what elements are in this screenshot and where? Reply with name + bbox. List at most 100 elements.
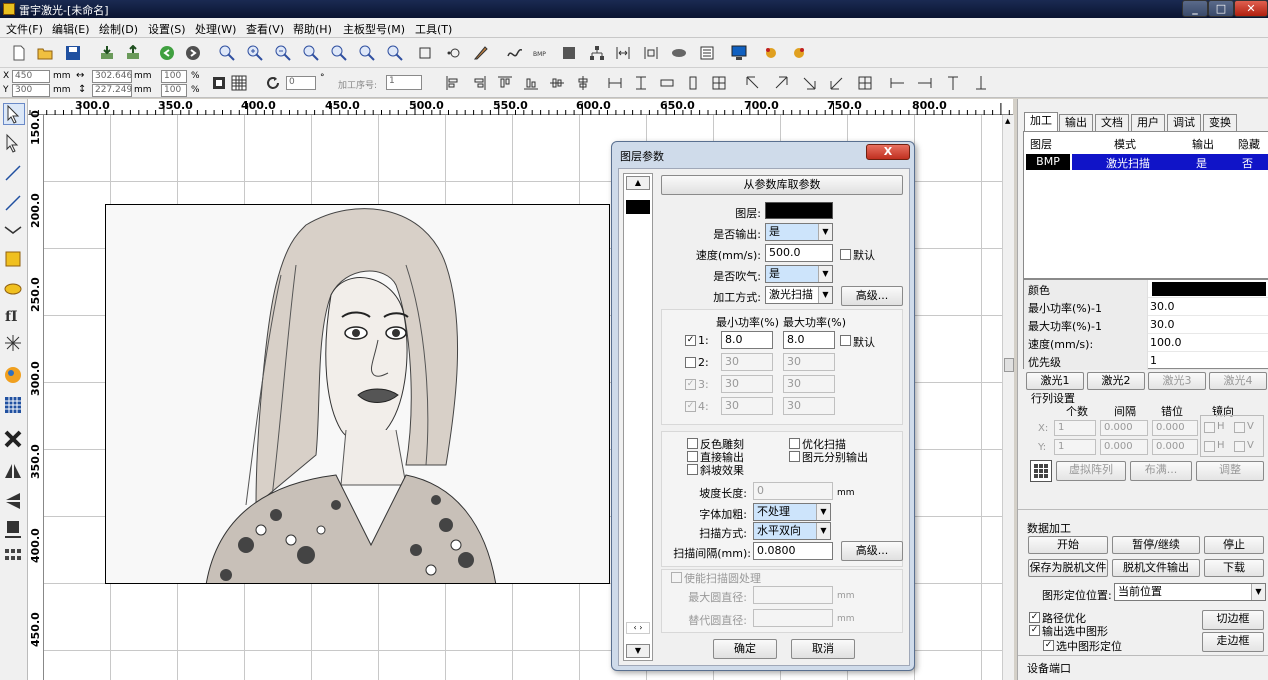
- menu-tools[interactable]: 工具(T): [415, 21, 452, 37]
- power-4-max-input[interactable]: 30: [783, 397, 835, 415]
- mode-advanced-button[interactable]: 高级...: [841, 286, 903, 306]
- scroll-up-icon[interactable]: ▲: [1005, 117, 1010, 125]
- menu-draw[interactable]: 绘制(D): [99, 21, 138, 37]
- tab-debug[interactable]: 调试: [1167, 114, 1201, 131]
- undo-icon[interactable]: [156, 42, 178, 64]
- power-2-checkbox[interactable]: [685, 357, 696, 368]
- cut-frame-button[interactable]: 切边框: [1202, 610, 1264, 630]
- select-tool-icon[interactable]: [3, 103, 25, 125]
- array-x-gap-input[interactable]: 0.000: [1100, 420, 1148, 436]
- align-bottom-icon[interactable]: [520, 72, 542, 94]
- same-size-h-icon[interactable]: [656, 72, 678, 94]
- layout-button[interactable]: 布满...: [1130, 461, 1192, 481]
- scale-x-input[interactable]: 100: [161, 70, 187, 83]
- walk-frame-button[interactable]: 走边框: [1202, 632, 1264, 652]
- slope-length-input[interactable]: 0: [753, 482, 833, 500]
- laser-3-button[interactable]: 激光3: [1148, 372, 1206, 390]
- y-position-input[interactable]: 300: [12, 84, 50, 97]
- tree-icon[interactable]: [586, 42, 608, 64]
- fill-rect-icon[interactable]: [558, 42, 580, 64]
- scale-y-input[interactable]: 100: [161, 84, 187, 97]
- power-3-checkbox[interactable]: ✓: [685, 379, 696, 390]
- align-top-icon[interactable]: [494, 72, 516, 94]
- rotate-icon[interactable]: [262, 72, 284, 94]
- zoom-minus-icon[interactable]: [272, 42, 294, 64]
- virtual-array-button[interactable]: 虚拟阵列: [1056, 461, 1126, 481]
- arrow-bottomright-icon[interactable]: [798, 72, 820, 94]
- blow-select[interactable]: 是 ▼: [765, 265, 833, 283]
- font-bold-select[interactable]: 不处理 ▼: [753, 503, 831, 521]
- arrow-topright-icon[interactable]: [770, 72, 792, 94]
- menu-file[interactable]: 文件(F): [6, 21, 43, 37]
- width-input[interactable]: 302.646: [92, 70, 132, 83]
- power-4-min-input[interactable]: 30: [721, 397, 773, 415]
- laser-2-button[interactable]: 激光2: [1087, 372, 1145, 390]
- edge-bottom-icon[interactable]: [970, 72, 992, 94]
- save-offline-button[interactable]: 保存为脱机文件: [1028, 559, 1108, 577]
- cancel-button[interactable]: 取消: [791, 639, 855, 659]
- menu-view[interactable]: 查看(V): [246, 21, 284, 37]
- ellipse-tool-icon[interactable]: [3, 279, 25, 301]
- zoom-select-icon[interactable]: [328, 42, 350, 64]
- array-grid-icon[interactable]: [1030, 460, 1052, 482]
- scan-interval-input[interactable]: 0.0800: [753, 542, 833, 560]
- dialog-close-button[interactable]: X: [866, 144, 910, 160]
- maximize-button[interactable]: □: [1208, 0, 1234, 17]
- zoom-in-icon[interactable]: [216, 42, 238, 64]
- image-tool-icon[interactable]: [3, 365, 25, 387]
- node-edit-tool-icon[interactable]: [3, 133, 25, 155]
- array-y-count-input[interactable]: 1: [1054, 439, 1096, 455]
- selected-position-checkbox[interactable]: ✓: [1043, 640, 1054, 651]
- speed-input[interactable]: 500.0: [765, 244, 833, 262]
- offline-output-button[interactable]: 脱机文件输出: [1112, 559, 1200, 577]
- ok-button[interactable]: 确定: [713, 639, 777, 659]
- align-center-h-icon[interactable]: [572, 72, 594, 94]
- mirror-x-h-checkbox[interactable]: [1204, 422, 1215, 433]
- array-y-offset-input[interactable]: 0.000: [1152, 439, 1198, 455]
- stop-button[interactable]: 停止: [1204, 536, 1264, 554]
- load-from-library-button[interactable]: 从参数库取参数: [661, 175, 903, 195]
- scan-mode-select[interactable]: 水平双向 ▼: [753, 522, 831, 540]
- bmp-icon[interactable]: BMP: [530, 42, 552, 64]
- power-1-max-input[interactable]: 8.0: [783, 331, 835, 349]
- speed-default-checkbox[interactable]: [840, 249, 851, 260]
- arrow-topleft-icon[interactable]: [742, 72, 764, 94]
- zoom-all-icon[interactable]: [356, 42, 378, 64]
- power-3-min-input[interactable]: 30: [721, 375, 773, 393]
- height-input[interactable]: 227.249: [92, 84, 132, 97]
- prop-row-color[interactable]: 颜色: [1024, 280, 1268, 298]
- minimize-button[interactable]: _: [1182, 0, 1208, 17]
- slope-effect-checkbox[interactable]: [687, 464, 698, 475]
- start-button[interactable]: 开始: [1028, 536, 1108, 554]
- new-file-icon[interactable]: [8, 42, 30, 64]
- tab-user[interactable]: 用户: [1131, 114, 1165, 131]
- output-selected-checkbox[interactable]: ✓: [1029, 625, 1040, 636]
- laser-1-button[interactable]: 激光1: [1026, 372, 1084, 390]
- adjust-button[interactable]: 调整: [1196, 461, 1264, 481]
- power-1-min-input[interactable]: 8.0: [721, 331, 773, 349]
- layer-down-icon[interactable]: ▼: [626, 644, 650, 658]
- direct-output-checkbox[interactable]: [687, 451, 698, 462]
- cloud-icon[interactable]: [668, 42, 690, 64]
- mirror-v-tool-icon[interactable]: [3, 491, 25, 513]
- zoom-plus-icon[interactable]: [244, 42, 266, 64]
- close-button[interactable]: ✕: [1234, 0, 1268, 17]
- mirror-y-v-checkbox[interactable]: [1234, 441, 1245, 452]
- tab-output[interactable]: 输出: [1059, 114, 1093, 131]
- laser-4-button[interactable]: 激光4: [1209, 372, 1267, 390]
- text-tool-icon[interactable]: fI: [3, 305, 25, 327]
- line-tool-icon[interactable]: [3, 163, 25, 185]
- distribute-h-icon[interactable]: [612, 42, 634, 64]
- x-position-input[interactable]: 450: [12, 70, 50, 83]
- save-icon[interactable]: [62, 42, 84, 64]
- open-folder-icon[interactable]: [34, 42, 56, 64]
- table-row[interactable]: BMP 激光扫描 是 否: [1024, 154, 1268, 170]
- scrollbar-thumb[interactable]: [1004, 358, 1014, 372]
- rectangle-tool-icon[interactable]: [414, 42, 436, 64]
- import-icon[interactable]: [96, 42, 118, 64]
- power-3-max-input[interactable]: 30: [783, 375, 835, 393]
- redo-icon[interactable]: [182, 42, 204, 64]
- menu-settings[interactable]: 设置(S): [148, 21, 186, 37]
- grid-array-tool-icon[interactable]: [3, 395, 25, 417]
- star-tool-icon[interactable]: [3, 333, 25, 355]
